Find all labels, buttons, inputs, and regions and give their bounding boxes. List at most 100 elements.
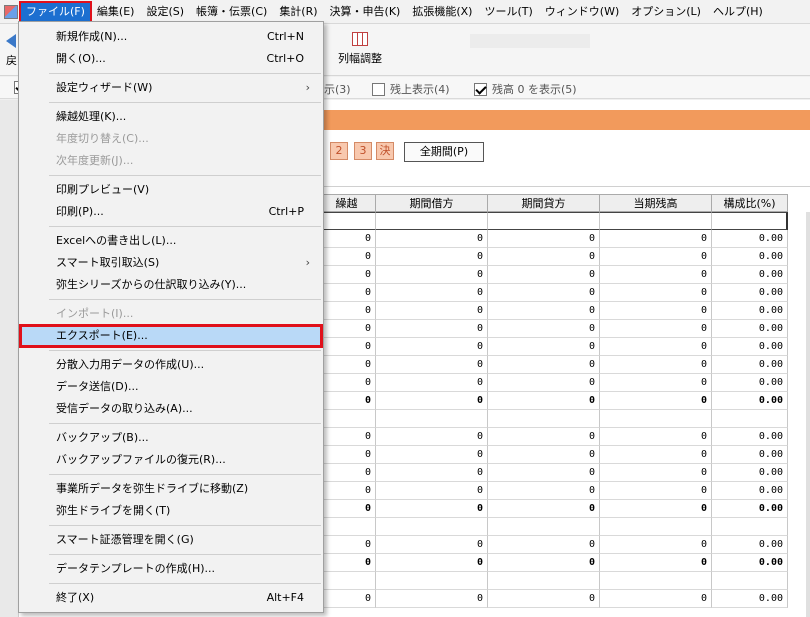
menu-edit[interactable]: 編集(E) xyxy=(91,2,141,22)
full-period-button[interactable]: 全期間(P) xyxy=(404,142,484,162)
period-button-3[interactable]: 3 xyxy=(354,142,372,160)
table-cell: 0 xyxy=(376,356,488,374)
table-cell xyxy=(712,572,788,590)
option-4-checkbox[interactable] xyxy=(372,82,385,96)
table-row[interactable]: 0 0 0 0 0.00 xyxy=(318,266,788,284)
faded-toolbar-area xyxy=(470,34,590,48)
menu-books[interactable]: 帳簿・伝票(C) xyxy=(190,2,273,22)
file-menu-item[interactable]: データテンプレートの作成(H)... xyxy=(20,558,322,580)
file-menu-item[interactable]: 受信データの取り込み(A)... xyxy=(20,398,322,420)
table-cell: 0 xyxy=(600,284,712,302)
table-cell: 0 xyxy=(488,392,600,410)
file-menu-item-label: スマート取引取込(S) xyxy=(56,256,160,269)
file-menu-item[interactable]: 終了(X) Alt+F4 xyxy=(20,587,322,609)
table-cell: 0 xyxy=(488,230,600,248)
header-ratio[interactable]: 構成比(%) xyxy=(712,194,788,212)
table-cell: 0.00 xyxy=(712,536,788,554)
table-cell: 0 xyxy=(376,248,488,266)
table-row[interactable]: 0 0 0 0 0.00 xyxy=(318,392,788,410)
file-menu-item[interactable]: 弥生ドライブを開く(T) xyxy=(20,500,322,522)
menu-closing[interactable]: 決算・申告(K) xyxy=(324,2,407,22)
table-header: 繰越 期間借方 期間貸方 当期残高 構成比(%) xyxy=(318,194,788,212)
file-menu-item[interactable]: 印刷(P)... Ctrl+P xyxy=(20,201,322,223)
file-menu-item[interactable]: Excelへの書き出し(L)... xyxy=(20,230,322,252)
table-row[interactable]: 0 0 0 0 0.00 xyxy=(318,302,788,320)
file-menu-item[interactable]: エクスポート(E)... xyxy=(19,324,323,348)
table-row[interactable] xyxy=(318,572,788,590)
table-row[interactable] xyxy=(318,518,788,536)
option-5-checkbox[interactable] xyxy=(474,82,487,96)
file-menu-item[interactable]: 繰越処理(K)... xyxy=(20,106,322,128)
file-menu-item: 次年度更新(J)... xyxy=(20,150,322,172)
column-width-label: 列幅調整 xyxy=(338,52,382,65)
table-cell xyxy=(318,410,376,428)
period-button-closing[interactable]: 決 xyxy=(376,142,394,160)
file-menu-item[interactable]: 開く(O)... Ctrl+O xyxy=(20,48,322,70)
table-row[interactable]: 0 0 0 0 0.00 xyxy=(318,446,788,464)
vertical-scrollbar[interactable] xyxy=(806,212,810,617)
table-cell: 0 xyxy=(376,374,488,392)
file-menu-item[interactable]: 印刷プレビュー(V) xyxy=(20,179,322,201)
file-menu-item[interactable]: スマート取引取込(S) › xyxy=(20,252,322,274)
file-menu-item[interactable]: 新規作成(N)... Ctrl+N xyxy=(20,26,322,48)
table-row[interactable]: 0 0 0 0 0.00 xyxy=(318,374,788,392)
header-period-credit[interactable]: 期間貸方 xyxy=(488,194,600,212)
header-carryover[interactable]: 繰越 xyxy=(318,194,376,212)
table-row[interactable]: 0 0 0 0 0.00 xyxy=(318,536,788,554)
menu-settings[interactable]: 設定(S) xyxy=(140,2,190,22)
file-menu-dropdown: 新規作成(N)... Ctrl+N 開く(O)... Ctrl+O 設定ウィザード(W)… xyxy=(18,21,324,613)
file-menu-item[interactable]: 設定ウィザード(W) › xyxy=(20,77,322,99)
menu-extensions[interactable]: 拡張機能(X) xyxy=(406,2,478,22)
table-cell: 0.00 xyxy=(712,338,788,356)
option-3[interactable]: 示(3) xyxy=(324,81,351,97)
file-menu-item-label: 設定ウィザード(W) xyxy=(56,81,153,94)
table-cell: 0 xyxy=(488,536,600,554)
menu-file[interactable]: ファイル(F) xyxy=(19,0,92,23)
file-menu-item[interactable]: スマート証憑管理を開く(G) xyxy=(20,529,322,551)
table-cell: 0 xyxy=(488,356,600,374)
menu-help[interactable]: ヘルプ(H) xyxy=(707,2,769,22)
file-menu-item[interactable]: 弥生シリーズからの仕訳取り込み(Y)... xyxy=(20,274,322,296)
table-cell: 0 xyxy=(318,320,376,338)
back-arrow-icon[interactable] xyxy=(6,34,16,48)
menu-summary[interactable]: 集計(R) xyxy=(273,2,323,22)
back-button-label[interactable]: 戻 xyxy=(6,52,17,68)
table-cell xyxy=(318,212,376,230)
table-row[interactable]: 0 0 0 0 0.00 xyxy=(318,500,788,518)
table-row[interactable]: 0 0 0 0 0.00 xyxy=(318,356,788,374)
period-button-2[interactable]: 2 xyxy=(330,142,348,160)
column-width-button[interactable]: 列幅調整 xyxy=(330,32,390,66)
file-menu-item[interactable]: バックアップ(B)... xyxy=(20,427,322,449)
table-cell: 0 xyxy=(318,590,376,608)
table-row[interactable]: 0 0 0 0 0.00 xyxy=(318,338,788,356)
table-cell: 0 xyxy=(376,446,488,464)
table-row[interactable]: 0 0 0 0 0.00 xyxy=(318,554,788,572)
table-cell: 0 xyxy=(600,536,712,554)
table-cell: 0 xyxy=(318,482,376,500)
menu-separator xyxy=(49,102,321,103)
table-row[interactable]: 0 0 0 0 0.00 xyxy=(318,320,788,338)
menu-shortcut: Ctrl+P xyxy=(268,205,304,218)
table-cell: 0 xyxy=(600,248,712,266)
table-row[interactable]: 0 0 0 0 0.00 xyxy=(318,590,788,608)
table-cell: 0 xyxy=(600,356,712,374)
table-row[interactable]: 0 0 0 0 0.00 xyxy=(318,230,788,248)
file-menu-item[interactable]: 分散入力用データの作成(U)... xyxy=(20,354,322,376)
option-5[interactable]: 残高 0 を表示(5) xyxy=(474,81,577,97)
file-menu-item[interactable]: データ送信(D)... xyxy=(20,376,322,398)
menu-tools[interactable]: ツール(T) xyxy=(478,2,538,22)
table-row[interactable]: 0 0 0 0 0.00 xyxy=(318,248,788,266)
file-menu-item[interactable]: バックアップファイルの復元(R)... xyxy=(20,449,322,471)
menu-options[interactable]: オプション(L) xyxy=(625,2,707,22)
option-4[interactable]: 残上表示(4) xyxy=(372,81,450,97)
table-row[interactable] xyxy=(318,212,788,230)
header-period-debit[interactable]: 期間借方 xyxy=(376,194,488,212)
table-row[interactable]: 0 0 0 0 0.00 xyxy=(318,284,788,302)
file-menu-item[interactable]: 事業所データを弥生ドライブに移動(Z) xyxy=(20,478,322,500)
table-row[interactable] xyxy=(318,410,788,428)
menu-window[interactable]: ウィンドウ(W) xyxy=(539,2,625,22)
table-row[interactable]: 0 0 0 0 0.00 xyxy=(318,464,788,482)
header-balance[interactable]: 当期残高 xyxy=(600,194,712,212)
table-row[interactable]: 0 0 0 0 0.00 xyxy=(318,428,788,446)
table-row[interactable]: 0 0 0 0 0.00 xyxy=(318,482,788,500)
